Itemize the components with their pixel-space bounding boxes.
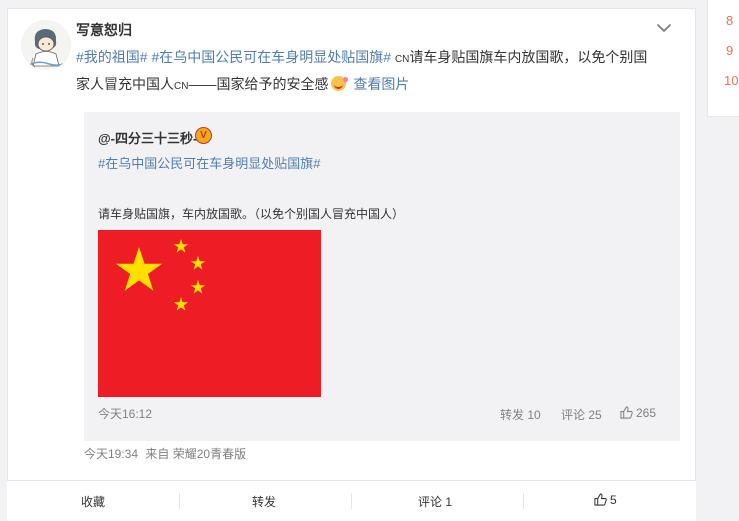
post-content: #我的祖国# #在乌中国公民可在车身明显处贴国旗# CN请车身贴国旗车内放国歌，… — [76, 45, 666, 99]
device-name: 荣耀20青春版 — [172, 447, 247, 461]
chinese-flag-image[interactable] — [98, 230, 321, 397]
quote-like-count: 265 — [636, 406, 657, 420]
quote-timestamp[interactable]: 今天16:12 — [98, 405, 152, 422]
rank-number[interactable]: 10 — [724, 73, 738, 88]
post-text: 家人冒充中国人 — [76, 76, 174, 92]
post-text: 请车身贴国旗车内放国歌，以免个别国 — [409, 49, 648, 65]
verified-badge-icon: V — [195, 127, 212, 144]
rank-number[interactable]: 9 — [726, 43, 733, 58]
avatar[interactable] — [21, 20, 71, 70]
quote-text: 请车身贴国旗，车内放国歌。（以免个别国人冒充中国人） — [98, 207, 405, 221]
topic-link[interactable]: #在乌中国公民可在车身明显处贴国旗# — [98, 153, 320, 172]
topic-link[interactable]: #在乌中国公民可在车身明显处贴国旗# — [151, 49, 391, 65]
like-count: 5 — [610, 493, 617, 507]
post-timestamp[interactable]: 今天19:34 — [84, 447, 138, 461]
hot-list-panel: 8 9 10 — [707, 0, 739, 117]
avatar-sketch-icon — [21, 20, 71, 70]
like-button[interactable]: 5 — [594, 493, 617, 507]
divider — [179, 493, 180, 509]
thumbs-up-icon — [620, 406, 633, 419]
quote-repost-count[interactable]: 转发 10 — [500, 406, 541, 423]
cn-tag: CN — [174, 81, 189, 92]
reposted-weibo[interactable]: @-四分三十三秒- V #在乌中国公民可在车身明显处贴国旗# 请车身贴国旗，车内… — [84, 112, 680, 441]
quote-username[interactable]: @-四分三十三秒- — [98, 128, 197, 147]
cn-tag: CN — [394, 54, 410, 65]
repost-button[interactable]: 转发 — [252, 493, 276, 510]
favorite-button[interactable]: 收藏 — [81, 493, 105, 510]
heart-eyes-emoji-icon — [331, 76, 347, 91]
quote-comment-count[interactable]: 评论 25 — [561, 406, 602, 423]
rank-number[interactable]: 8 — [726, 13, 733, 28]
post-text: ——国家给予的安全感 — [188, 76, 329, 92]
topic-link[interactable]: #我的祖国# — [76, 49, 148, 65]
source-label: 来自 — [145, 447, 170, 461]
divider — [351, 493, 352, 509]
chevron-down-icon[interactable] — [656, 22, 672, 34]
quote-like-button[interactable]: 265 — [620, 406, 656, 420]
divider — [523, 493, 524, 509]
thumbs-up-icon — [594, 493, 607, 506]
post-meta: 今天19:34 来自 荣耀20青春版 — [84, 445, 246, 462]
post-username[interactable]: 写意恕归 — [76, 20, 132, 40]
action-bar: 收藏 转发 评论 1 5 — [7, 480, 696, 521]
comment-button[interactable]: 评论 1 — [418, 493, 452, 510]
view-image-link[interactable]: 查看图片 — [353, 76, 409, 92]
